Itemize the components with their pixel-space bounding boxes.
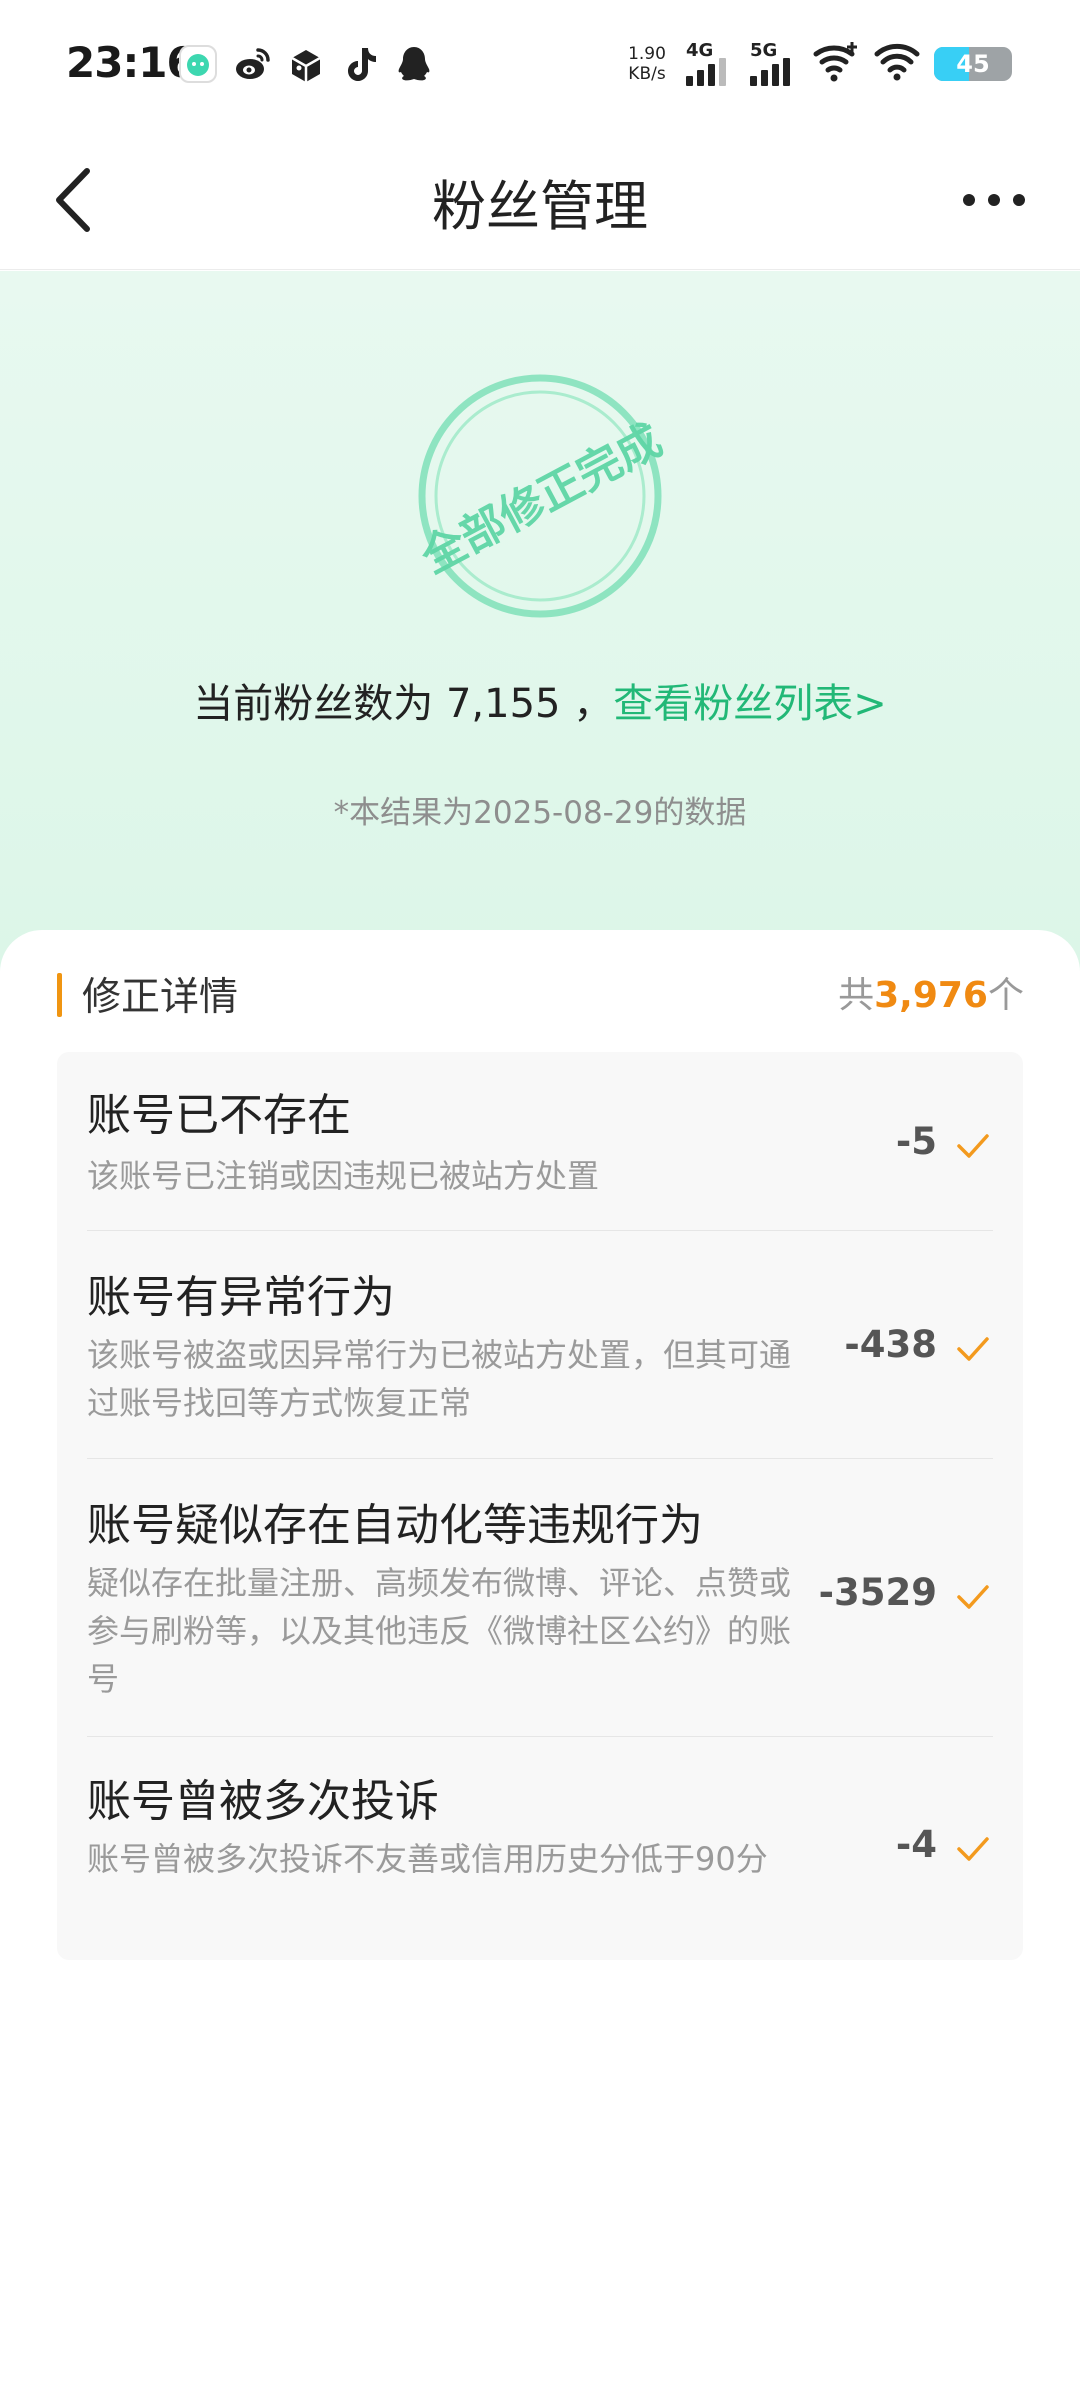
list-item: 账号有异常行为 该账号被盗或因异常行为已被站方处置，但其可通过账号找回等方式恢复…: [87, 1230, 993, 1458]
status-indicators: 1.90 KB/s 4G 5G 45: [624, 40, 1012, 88]
item-description: 该账号被盗或因异常行为已被站方处置，但其可通过账号找回等方式恢复正常: [87, 1336, 792, 1422]
signal-5g-icon: 5G: [748, 40, 798, 88]
correction-complete-stamp: 全部修正完成: [412, 374, 670, 618]
item-description: 该账号已注销或因违规已被站方处置: [87, 1157, 600, 1195]
weibo-icon: [232, 44, 272, 84]
check-icon: [957, 1837, 989, 1861]
wifi-plus-icon: [812, 40, 860, 88]
correction-details-card: 修正详情 共3,976个 账号已不存在 该账号已注销或因违规已被站方处置 -5 …: [0, 930, 1080, 2400]
item-title: 账号疑似存在自动化等违规行为: [87, 1500, 703, 1551]
tiktok-icon: [340, 44, 380, 84]
status-bar: 23:16 1.90 KB/s 4G 5G 45: [0, 0, 1080, 130]
qq-icon: [394, 44, 434, 84]
item-description: 账号曾被多次投诉不友善或信用历史分低于90分: [87, 1840, 768, 1878]
more-options-button[interactable]: [954, 174, 1034, 226]
check-icon: [957, 1134, 989, 1158]
more-dot-icon: [963, 194, 975, 206]
item-title: 账号曾被多次投诉: [87, 1776, 439, 1827]
status-app-icons: [178, 44, 434, 84]
total-count: 共3,976个: [838, 975, 1024, 1016]
item-description: 疑似存在批量注册、高频发布微博、评论、点赞或参与刷粉等，以及其他违反《微博社区公…: [87, 1564, 792, 1698]
item-count: -438: [844, 1323, 937, 1366]
list-item: 账号已不存在 该账号已注销或因违规已被站方处置 -5: [87, 1052, 993, 1230]
list-item: 账号曾被多次投诉 账号曾被多次投诉不友善或信用历史分低于90分 -4: [87, 1736, 993, 1960]
fan-management-page: 23:16 1.90 KB/s 4G 5G 45 粉丝管理 全部修正完成 当前粉…: [0, 0, 1080, 2400]
more-dot-icon: [988, 194, 1000, 206]
correction-list: 账号已不存在 该账号已注销或因违规已被站方处置 -5 账号有异常行为 该账号被盗…: [57, 1052, 1023, 1960]
section-title: 修正详情: [82, 975, 239, 1020]
app-notification-icon: [178, 44, 218, 84]
navigation-bar: 粉丝管理: [0, 130, 1080, 270]
item-count: -3529: [818, 1571, 937, 1614]
section-header: 修正详情 共3,976个: [0, 960, 1080, 1020]
check-icon: [957, 1585, 989, 1609]
item-title: 账号已不存在: [87, 1090, 351, 1141]
list-item: 账号疑似存在自动化等违规行为 疑似存在批量注册、高频发布微博、评论、点赞或参与刷…: [87, 1458, 993, 1736]
fan-count: 7,155: [445, 681, 561, 727]
package-icon: [286, 44, 326, 84]
status-time: 23:16: [66, 38, 196, 87]
section-accent-bar: [57, 973, 62, 1017]
battery-icon: 45: [934, 47, 1012, 81]
wifi-icon: [874, 42, 920, 86]
item-count: -4: [895, 1823, 937, 1866]
item-count: -5: [895, 1120, 937, 1163]
network-speed: 1.90 KB/s: [628, 44, 666, 84]
fan-count-line: 当前粉丝数为 7,155 ，查看粉丝列表>: [193, 681, 887, 727]
check-icon: [957, 1337, 989, 1361]
page-title: 粉丝管理: [432, 175, 648, 238]
view-fan-list-link[interactable]: 查看粉丝列表>: [613, 681, 887, 727]
result-summary: 全部修正完成 当前粉丝数为 7,155 ，查看粉丝列表> *本结果为2025-0…: [0, 271, 1080, 971]
signal-4g-icon: 4G: [684, 40, 734, 88]
data-date-note: *本结果为2025-08-29的数据: [333, 795, 747, 831]
item-title: 账号有异常行为: [87, 1272, 395, 1323]
more-dot-icon: [1013, 194, 1025, 206]
